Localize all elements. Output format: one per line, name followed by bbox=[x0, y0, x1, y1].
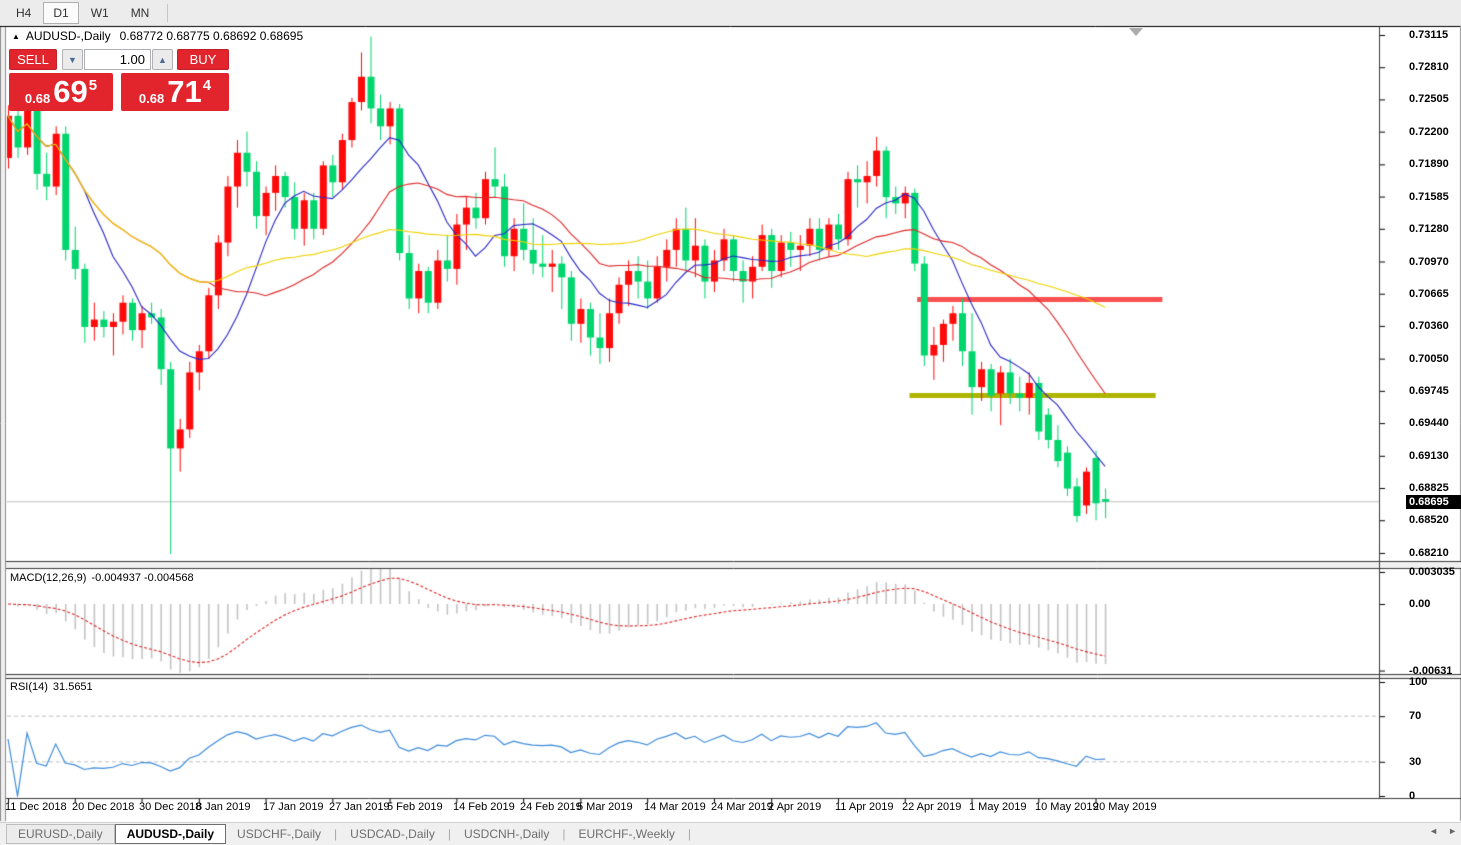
price-axis-label: 0.70665 bbox=[1409, 288, 1449, 300]
timeframe-button-mn[interactable]: MN bbox=[121, 2, 160, 24]
date-axis-label: 30 Dec 2018 bbox=[139, 801, 202, 813]
date-axis-label: 2 Apr 2019 bbox=[768, 801, 822, 813]
rsi-axis-label: 70 bbox=[1409, 710, 1422, 722]
chart-title: ▲ AUDUSD-,Daily 0.68772 0.68775 0.68692 … bbox=[12, 29, 303, 43]
rsi-axis-label: 0 bbox=[1409, 790, 1416, 802]
tab-scroll-left-icon[interactable]: ◄ bbox=[1429, 826, 1438, 836]
date-axis-label: 10 May 2019 bbox=[1035, 801, 1099, 813]
sell-price-point: 5 bbox=[88, 76, 98, 94]
rsi-indicator-label: RSI(14) 31.5651 bbox=[10, 681, 98, 693]
tab-separator: | bbox=[562, 827, 566, 841]
spin-up-icon: ▲ bbox=[158, 54, 167, 65]
chart-tab-usdcad[interactable]: USDCAD-,Daily bbox=[339, 825, 446, 843]
rsi-axis-label: 30 bbox=[1409, 756, 1422, 768]
date-axis-label: 1 May 2019 bbox=[969, 801, 1027, 813]
chart-tab-bar: EURUSD-,Daily AUDUSD-,Daily USDCHF-,Daily |… bbox=[0, 822, 1461, 845]
date-axis-label: 11 Dec 2018 bbox=[5, 801, 67, 813]
scroll-to-end-marker[interactable] bbox=[1129, 28, 1143, 36]
price-axis-label: 0.68520 bbox=[1409, 514, 1449, 526]
price-axis-label: 0.72810 bbox=[1409, 61, 1449, 73]
rsi-name: RSI(14) bbox=[10, 681, 48, 693]
price-axis-label: 0.69745 bbox=[1409, 385, 1449, 397]
date-axis-label: 8 Jan 2019 bbox=[196, 801, 251, 813]
sell-price-pips: 69 bbox=[53, 74, 88, 109]
date-axis-label: 24 Mar 2019 bbox=[711, 801, 773, 813]
tab-separator: | bbox=[687, 827, 692, 841]
price-axis-label: 0.71585 bbox=[1409, 191, 1449, 203]
price-axis-label: 0.73115 bbox=[1409, 29, 1449, 41]
price-axis-label: 0.68210 bbox=[1409, 547, 1449, 559]
lot-decrease-button[interactable]: ▼ bbox=[62, 49, 83, 70]
timeframe-button-d1[interactable]: D1 bbox=[43, 1, 79, 24]
buy-price-point: 4 bbox=[202, 76, 212, 94]
date-axis-label: 17 Jan 2019 bbox=[263, 801, 324, 813]
date-axis-label: 24 Feb 2019 bbox=[520, 801, 582, 813]
date-axis-label: 5 Feb 2019 bbox=[387, 801, 443, 813]
macd-indicator-label: MACD(12,26,9) -0.004937 -0.004568 bbox=[10, 572, 199, 584]
price-axis-label: 0.70360 bbox=[1409, 320, 1449, 332]
price-axis-label: 0.69130 bbox=[1409, 450, 1449, 462]
date-axis-label: 11 Apr 2019 bbox=[835, 801, 894, 813]
date-axis-label: 20 May 2019 bbox=[1093, 801, 1157, 813]
sell-button[interactable]: SELL bbox=[9, 49, 57, 70]
chart-window: ▲ AUDUSD-,Daily 0.68772 0.68775 0.68692 … bbox=[0, 26, 1461, 822]
one-click-trade-panel: SELL ▼ ▲ BUY 0.68 69 5 0.68 71 4 bbox=[8, 47, 230, 113]
chart-tab-usdchf[interactable]: USDCHF-,Daily bbox=[226, 825, 332, 843]
date-axis-label: 20 Dec 2018 bbox=[72, 801, 135, 813]
price-axis-label: 0.69440 bbox=[1409, 417, 1449, 429]
price-axis-label: 0.72200 bbox=[1409, 126, 1449, 138]
date-axis-label: 5 Mar 2019 bbox=[577, 801, 633, 813]
rsi-axis-label: 100 bbox=[1409, 676, 1428, 688]
tab-scroll-nav: ◄ ► bbox=[1429, 826, 1457, 836]
macd-axis-label: 0.003035 bbox=[1409, 566, 1455, 578]
price-axis-label: 0.71280 bbox=[1409, 223, 1449, 235]
price-axis-label: 0.70050 bbox=[1409, 353, 1449, 365]
buy-button[interactable]: BUY bbox=[177, 49, 229, 70]
chart-plot-area[interactable] bbox=[0, 26, 1461, 822]
toolbar-separator bbox=[167, 3, 169, 22]
chart-title-ohlc: 0.68772 0.68775 0.68692 0.68695 bbox=[119, 29, 304, 43]
chart-tab-usdcnh[interactable]: USDCNH-,Daily bbox=[453, 825, 560, 843]
date-axis-label: 14 Feb 2019 bbox=[453, 801, 515, 813]
tab-separator: | bbox=[334, 827, 338, 841]
buy-price-panel[interactable]: 0.68 71 4 bbox=[121, 73, 229, 111]
price-axis-label: 0.71890 bbox=[1409, 158, 1449, 170]
date-axis-label: 14 Mar 2019 bbox=[644, 801, 706, 813]
price-axis-label: 0.72505 bbox=[1409, 93, 1449, 105]
macd-name: MACD(12,26,9) bbox=[10, 572, 87, 584]
sell-price-prefix: 0.68 bbox=[24, 90, 51, 106]
chart-tab-eurusd[interactable]: EURUSD-,Daily bbox=[6, 824, 115, 844]
date-axis-label: 27 Jan 2019 bbox=[329, 801, 390, 813]
price-axis-label: 0.70970 bbox=[1409, 256, 1449, 268]
price-axis-label: 0.68825 bbox=[1409, 482, 1449, 494]
buy-price-prefix: 0.68 bbox=[138, 90, 165, 106]
one-click-trading-toggle-icon[interactable]: ▲ bbox=[12, 32, 20, 41]
tab-scroll-right-icon[interactable]: ► bbox=[1448, 826, 1457, 836]
macd-values: -0.004937 -0.004568 bbox=[91, 572, 194, 584]
date-axis-label: 22 Apr 2019 bbox=[902, 801, 962, 813]
chart-tab-eurchf[interactable]: EURCHF-,Weekly bbox=[567, 825, 685, 843]
spin-down-icon: ▼ bbox=[68, 54, 77, 65]
sell-price-panel[interactable]: 0.68 69 5 bbox=[9, 73, 113, 111]
buy-price-pips: 71 bbox=[167, 74, 202, 109]
lot-increase-button[interactable]: ▲ bbox=[152, 49, 173, 70]
chart-tab-audusd[interactable]: AUDUSD-,Daily bbox=[114, 824, 227, 844]
timeframe-toolbar: H4 D1 W1 MN bbox=[0, 0, 1461, 26]
timeframe-button-h4[interactable]: H4 bbox=[6, 2, 41, 24]
macd-axis-label: 0.00 bbox=[1409, 598, 1431, 610]
current-price-badge: 0.68695 bbox=[1406, 495, 1461, 509]
rsi-value: 31.5651 bbox=[52, 681, 93, 693]
tab-separator: | bbox=[447, 827, 451, 841]
chart-title-symbol: AUDUSD-,Daily bbox=[25, 29, 111, 43]
timeframe-button-w1[interactable]: W1 bbox=[81, 2, 119, 24]
lot-size-input[interactable] bbox=[84, 49, 151, 70]
